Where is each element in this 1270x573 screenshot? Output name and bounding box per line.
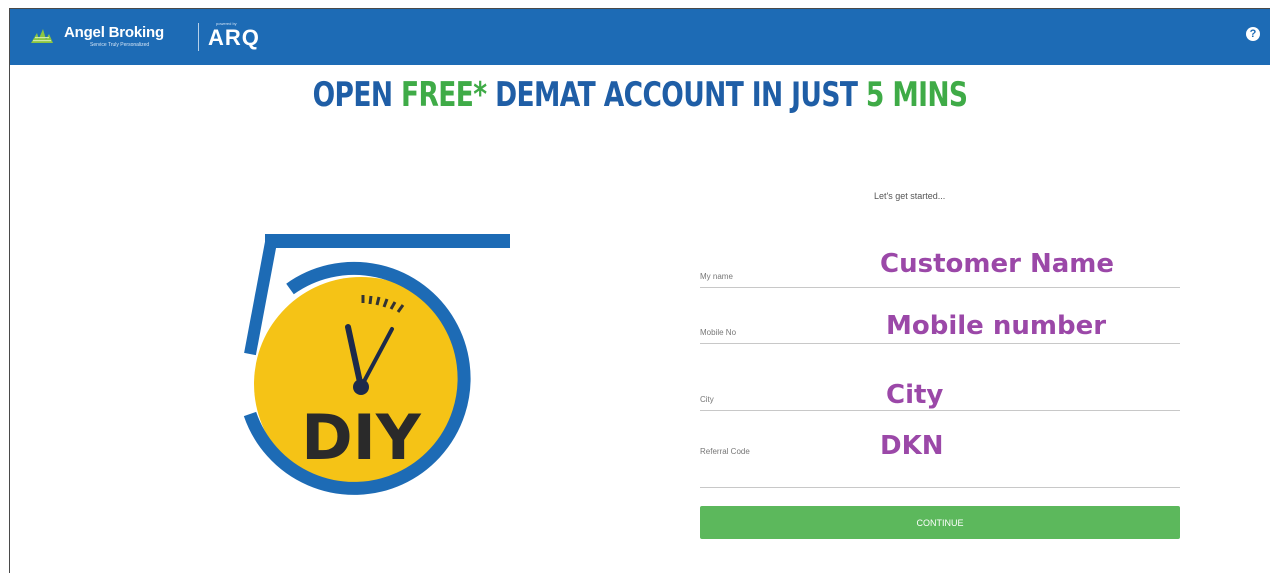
angel-broking-logo-icon — [31, 29, 53, 43]
mobile-field[interactable]: Mobile No Mobile number — [700, 303, 1180, 344]
page-headline: OPEN FREE* DEMAT ACCOUNT IN JUST 5 MINS — [149, 75, 1132, 115]
name-field-label: My name — [700, 272, 733, 281]
referral-field[interactable]: Referral Code DKN — [700, 431, 1180, 488]
app-frame: Angel Broking Service Truly Personalized… — [9, 8, 1270, 573]
brand-tagline: Service Truly Personalized — [90, 42, 150, 48]
continue-button[interactable]: CONTINUE — [700, 506, 1180, 539]
headline-part-3: DEMAT ACCOUNT IN JUST — [486, 75, 866, 115]
top-bar: Angel Broking Service Truly Personalized… — [10, 9, 1270, 65]
city-field[interactable]: City City — [700, 370, 1180, 411]
name-field[interactable]: My name Customer Name — [700, 247, 1180, 288]
logo-text: DIY — [301, 401, 422, 474]
headline-part-4: 5 MINS — [865, 75, 968, 115]
brand-name: Angel Broking — [64, 24, 164, 41]
name-field-value: Customer Name — [880, 249, 1114, 279]
headline-part-1: OPEN — [312, 75, 402, 115]
diy-5-logo: DIY — [243, 234, 510, 495]
help-icon[interactable]: ? — [1246, 27, 1260, 41]
referral-field-label: Referral Code — [700, 447, 750, 456]
referral-field-value: DKN — [880, 431, 944, 461]
city-field-value: City — [886, 380, 944, 410]
city-field-label: City — [700, 395, 714, 404]
arq-name: ARQ — [208, 25, 260, 50]
mobile-field-label: Mobile No — [700, 328, 737, 337]
headline-part-2: FREE* — [401, 75, 487, 115]
form-intro: Let's get started... — [874, 191, 946, 201]
mobile-field-value: Mobile number — [886, 311, 1107, 341]
brand-divider — [198, 23, 199, 51]
